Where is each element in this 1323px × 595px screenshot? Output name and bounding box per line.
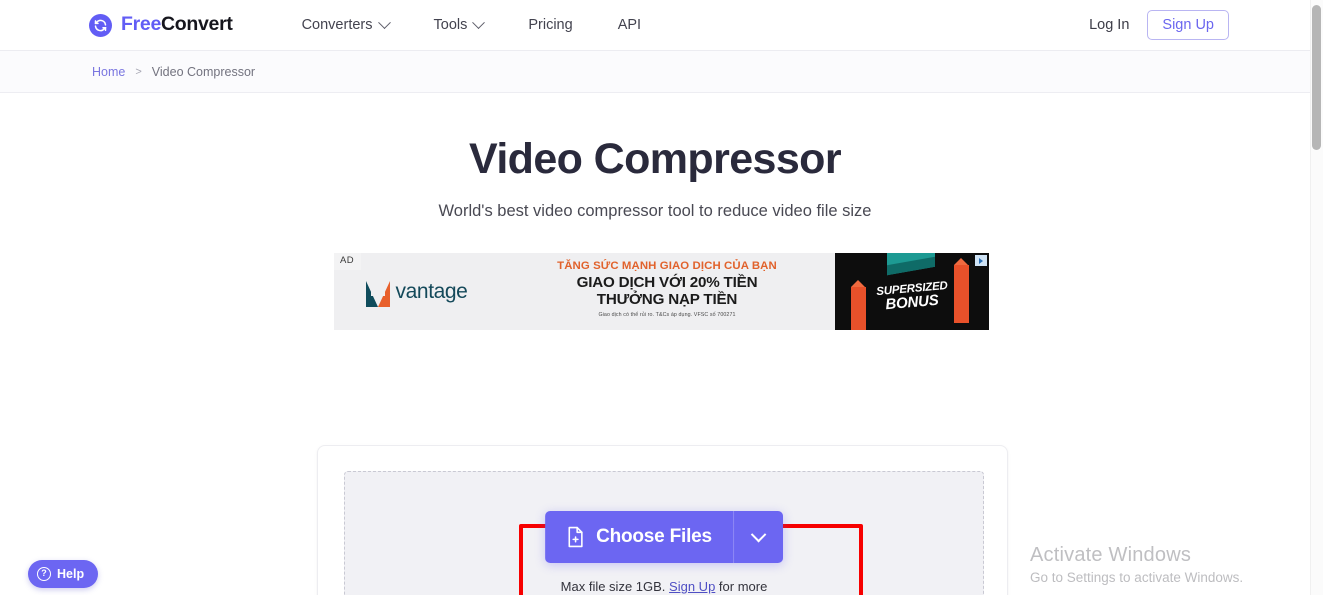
chevron-down-icon <box>377 15 391 29</box>
ad-headline-3: THƯỞNG NẠP TIỀN <box>596 291 738 308</box>
nav-item-tools[interactable]: Tools <box>433 11 486 39</box>
logo-text-convert: Convert <box>161 13 233 36</box>
ad-copy: TĂNG SỨC MẠNH GIAO DỊCH CỦA BẠN GIAO DỊC… <box>499 253 835 330</box>
breadcrumb-current: Video Compressor <box>151 64 256 79</box>
nav-item-converters[interactable]: Converters <box>301 11 391 39</box>
ad-banner[interactable]: AD vantage TĂNG SỨC MẠNH GIAO DỊCH CỦA B… <box>334 253 989 330</box>
breadcrumb-home-link[interactable]: Home <box>92 65 125 79</box>
nav-label-converters: Converters <box>301 17 373 33</box>
upload-card: Choose Files Max file size 1GB. Sign Up … <box>317 445 1008 595</box>
page-title: Video Compressor <box>469 135 842 183</box>
breadcrumb: Home > Video Compressor <box>92 65 255 79</box>
nav-item-pricing[interactable]: Pricing <box>528 11 572 39</box>
page-scrollbar-thumb[interactable] <box>1312 5 1321 150</box>
ad-headline-1: TĂNG SỨC MẠNH GIAO DỊCH CỦA BẠN <box>557 260 777 272</box>
logo-text-free: Free <box>121 13 161 36</box>
nav-label-pricing: Pricing <box>528 17 573 33</box>
file-add-icon <box>568 526 583 548</box>
file-dropzone[interactable]: Choose Files Max file size 1GB. Sign Up … <box>344 471 984 595</box>
signup-inline-link[interactable]: Sign Up <box>669 579 715 594</box>
ad-advertiser-name: vantage <box>395 279 468 303</box>
ad-art-text: SUPERSIZED BONUS <box>835 280 989 313</box>
nav-label-tools: Tools <box>433 17 468 33</box>
ad-badge: AD <box>334 253 361 270</box>
site-header: FreeConvert Converters Tools Pricing API… <box>0 0 1310 51</box>
ad-artwork: SUPERSIZED BONUS <box>835 253 989 330</box>
site-logo[interactable]: FreeConvert <box>89 13 233 37</box>
max-file-size-prefix: Max file size 1GB. <box>560 579 666 594</box>
breadcrumb-separator-icon: > <box>135 65 142 78</box>
choose-files-dropdown-button[interactable] <box>732 511 783 563</box>
main-content: Video Compressor World's best video comp… <box>0 93 1310 595</box>
ad-headline-2: GIAO DỊCH VỚI 20% TIỀN <box>576 274 758 291</box>
chevron-down-icon <box>750 526 767 542</box>
choose-files-button[interactable]: Choose Files <box>545 511 733 563</box>
help-button[interactable]: ? Help <box>28 560 98 588</box>
max-file-size-suffix: for more <box>718 579 768 594</box>
choose-files-label: Choose Files <box>596 526 712 547</box>
max-file-size-note: Max file size 1GB. Sign Up for more <box>345 579 983 594</box>
vantage-v-icon <box>365 280 390 307</box>
page-subtitle: World's best video compressor tool to re… <box>438 202 872 220</box>
choose-files-group: Choose Files <box>545 511 783 563</box>
primary-nav: Converters Tools Pricing API <box>302 11 641 39</box>
page-scrollbar-track[interactable] <box>1310 0 1323 595</box>
header-actions: Log In Sign Up <box>1089 9 1229 41</box>
help-label: Help <box>57 567 85 581</box>
refresh-circle-icon <box>89 13 112 37</box>
nav-item-api[interactable]: API <box>618 11 641 39</box>
browser-page: FreeConvert Converters Tools Pricing API… <box>0 0 1323 595</box>
adchoices-triangle-icon[interactable] <box>975 255 987 266</box>
logo-text: FreeConvert <box>121 15 233 35</box>
signup-button[interactable]: Sign Up <box>1147 9 1229 41</box>
breadcrumb-bar: Home > Video Compressor <box>0 51 1310 93</box>
login-link[interactable]: Log In <box>1089 17 1129 33</box>
ad-disclaimer: Giao dịch có thể rủi ro. T&Cs áp dụng. V… <box>598 312 736 318</box>
nav-label-api: API <box>617 17 642 33</box>
chevron-down-icon <box>472 15 486 29</box>
question-circle-icon: ? <box>37 567 51 581</box>
